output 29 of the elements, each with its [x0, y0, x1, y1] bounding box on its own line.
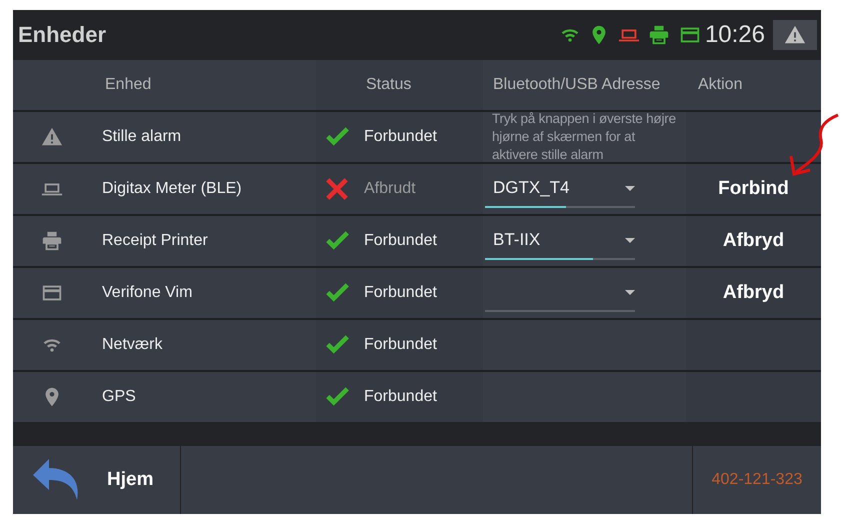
device-name: Digitax Meter (BLE): [102, 180, 242, 198]
status-text: Forbundet: [364, 128, 437, 146]
warning-icon: [783, 24, 807, 46]
clock-time: 10:26: [704, 21, 765, 49]
window-title: Enheder: [18, 22, 108, 48]
column-header: Aktion: [698, 76, 742, 94]
status-text: Forbundet: [364, 284, 437, 302]
column-header: Status: [366, 76, 412, 94]
hint-text: Tryk på knappen i øverste højre hjørne af skærmen for at aktivere stille alarm: [492, 110, 677, 164]
address-dropdown[interactable]: BT-IIX: [485, 222, 635, 260]
device-name: Receipt Printer: [102, 232, 208, 250]
status-text: Forbundet: [364, 388, 437, 406]
device-name: GPS: [102, 388, 136, 406]
status-text: Forbundet: [364, 336, 437, 354]
printer-icon: [40, 230, 62, 252]
device-name: Verifone Vim: [102, 284, 192, 302]
device-name: Stille alarm: [102, 128, 182, 146]
warning-icon: [40, 126, 64, 148]
status-text: Forbundet: [364, 232, 437, 250]
address-dropdown[interactable]: DGTX_T4: [485, 170, 635, 208]
action-button[interactable]: Afbryd: [716, 224, 790, 258]
alarm-button[interactable]: [773, 20, 817, 50]
column-header: Enhed: [105, 76, 152, 94]
device-id: 402-121-323: [712, 471, 802, 489]
column-header: Bluetooth/USB Adresse: [493, 76, 660, 94]
device-name: Netværk: [102, 336, 162, 354]
action-button[interactable]: Afbryd: [716, 276, 790, 310]
status-text: Afbrudt: [364, 180, 416, 198]
action-button[interactable]: Forbind: [712, 172, 795, 206]
